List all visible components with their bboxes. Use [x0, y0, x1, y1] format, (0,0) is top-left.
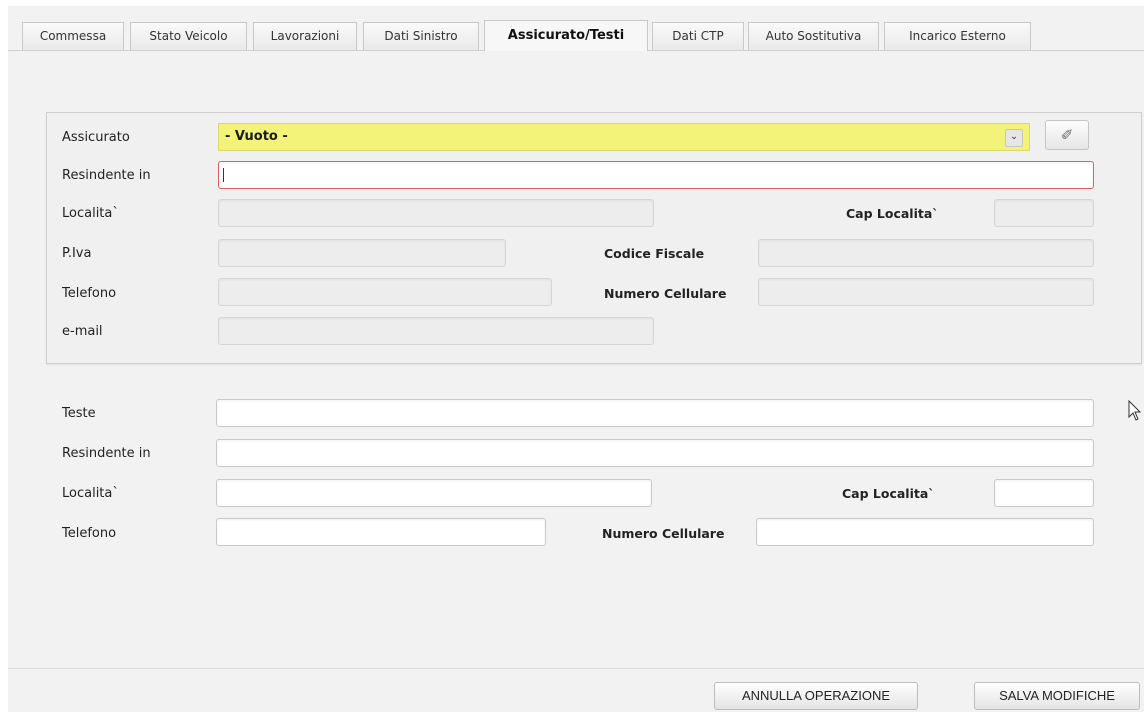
assicurato-cf-input[interactable]: [758, 239, 1094, 267]
chevron-down-icon[interactable]: ⌄: [1005, 129, 1023, 147]
tab-stato-veicolo[interactable]: Stato Veicolo: [130, 22, 247, 50]
assicurato-localita-input[interactable]: [218, 199, 654, 227]
tab-strip: Commessa Stato Veicolo Lavorazioni Dati …: [8, 6, 1144, 51]
teste-cap-input[interactable]: [994, 479, 1094, 507]
assicurato-select-value: - Vuoto -: [225, 129, 288, 144]
assicurato-localita-label: Localita`: [62, 206, 119, 221]
tab-commessa[interactable]: Commessa: [22, 22, 124, 50]
assicurato-cellulare-input[interactable]: [758, 278, 1094, 306]
tab-auto-sostitutiva[interactable]: Auto Sostitutiva: [748, 22, 879, 50]
app-window: Commessa Stato Veicolo Lavorazioni Dati …: [8, 6, 1144, 712]
teste-resident-input[interactable]: [216, 439, 1094, 467]
assicurato-telefono-input[interactable]: [218, 278, 552, 306]
assicurato-select[interactable]: - Vuoto - ⌄: [218, 123, 1030, 151]
assicurato-cap-label: Cap Localita`: [846, 206, 939, 221]
assicurato-email-label: e-mail: [62, 324, 103, 339]
tab-incarico-esterno[interactable]: Incarico Esterno: [884, 22, 1031, 50]
mouse-pointer-icon: [1128, 400, 1142, 421]
assicurato-piva-label: P.Iva: [62, 246, 92, 261]
save-button[interactable]: SALVA MODIFICHE: [974, 682, 1140, 710]
assicurato-cellulare-label: Numero Cellulare: [604, 286, 727, 301]
teste-input[interactable]: [216, 399, 1094, 427]
assicurato-telefono-label: Telefono: [62, 286, 117, 301]
teste-localita-input[interactable]: [216, 479, 652, 507]
tab-dati-ctp[interactable]: Dati CTP: [652, 22, 744, 50]
assicurato-resident-input[interactable]: [218, 161, 1094, 189]
teste-cap-label: Cap Localita`: [842, 486, 935, 501]
tab-lavorazioni[interactable]: Lavorazioni: [253, 22, 357, 50]
teste-resident-label: Resindente in: [62, 446, 151, 461]
footer-divider: [8, 668, 1144, 669]
tab-dati-sinistro[interactable]: Dati Sinistro: [363, 22, 479, 50]
teste-label: Teste: [62, 406, 96, 421]
assicurato-cap-input[interactable]: [994, 199, 1094, 227]
assicurato-resident-label: Resindente in: [62, 168, 151, 183]
teste-localita-label: Localita`: [62, 486, 119, 501]
teste-cellulare-label: Numero Cellulare: [602, 526, 725, 541]
assicurato-piva-input[interactable]: [218, 239, 506, 267]
assicurato-label: Assicurato: [62, 130, 130, 145]
assicurato-email-input[interactable]: [218, 317, 654, 345]
edit-button[interactable]: ✐: [1045, 120, 1089, 150]
teste-telefono-input[interactable]: [216, 518, 546, 546]
cancel-button[interactable]: ANNULLA OPERAZIONE: [714, 682, 918, 710]
edit-icon: ✐: [1060, 126, 1074, 144]
tab-assicurato-testi[interactable]: Assicurato/Testi: [484, 20, 648, 51]
text-caret: [223, 168, 224, 182]
teste-telefono-label: Telefono: [62, 526, 117, 541]
teste-cellulare-input[interactable]: [756, 518, 1094, 546]
assicurato-cf-label: Codice Fiscale: [604, 246, 705, 261]
